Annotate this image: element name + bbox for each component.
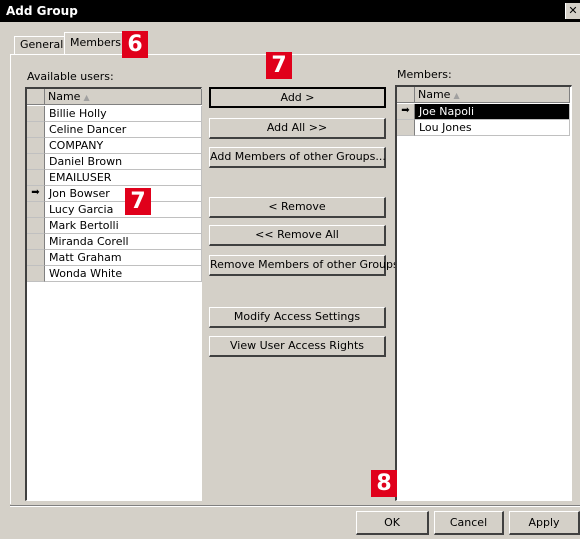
callout-badge-add: 7 [266, 52, 292, 79]
remove-members-of-other-groups-button[interactable]: Remove Members of other Groups... [209, 255, 409, 276]
name-column-header[interactable]: Name ▲ [45, 89, 202, 105]
row-indicator [27, 218, 45, 234]
user-name: Billie Holly [45, 106, 202, 122]
close-icon[interactable]: ✕ [565, 3, 580, 19]
add-button[interactable]: Add > [209, 87, 386, 108]
list-item[interactable]: EMAILUSER [27, 170, 202, 186]
members-list[interactable]: Name ▲ ➡ Joe Napoli Lou Jones [395, 85, 572, 501]
available-users-label: Available users: [27, 70, 114, 83]
list-item[interactable]: Miranda Corell [27, 234, 202, 250]
row-indicator [27, 138, 45, 154]
callout-badge-list: 7 [125, 188, 151, 215]
callout-badge-tabs: 6 [122, 31, 148, 58]
current-row-arrow-icon: ➡ [27, 186, 45, 202]
row-indicator [27, 170, 45, 186]
view-user-access-rights-button[interactable]: View User Access Rights [209, 336, 386, 357]
members-header: Name ▲ [397, 87, 571, 104]
user-name: Celine Dancer [45, 122, 202, 138]
title-bar[interactable]: Add Group ✕ [0, 0, 580, 22]
footer-separator [10, 505, 580, 507]
row-indicator [27, 106, 45, 122]
apply-button[interactable]: Apply [509, 511, 580, 535]
remove-button[interactable]: < Remove [209, 197, 386, 218]
list-item[interactable]: Matt Graham [27, 250, 202, 266]
row-indicator [27, 234, 45, 250]
row-indicator [397, 120, 415, 136]
sort-ascending-icon: ▲ [453, 91, 460, 100]
window-title: Add Group [6, 4, 78, 18]
name-column-label: Name [418, 88, 451, 101]
add-all-button[interactable]: Add All >> [209, 118, 386, 139]
name-column-label: Name [48, 90, 81, 103]
add-group-dialog: Add Group ✕ General Members 6 Available … [0, 0, 580, 539]
remove-all-button[interactable]: << Remove All [209, 225, 386, 246]
user-name: Joe Napoli [415, 104, 570, 120]
name-column-header[interactable]: Name ▲ [415, 87, 570, 103]
list-item[interactable]: ➡ Jon Bowser [27, 186, 202, 202]
list-item[interactable]: Lucy Garcia [27, 202, 202, 218]
ok-button[interactable]: OK [356, 511, 429, 535]
current-row-arrow-icon: ➡ [397, 104, 415, 120]
list-item[interactable]: Celine Dancer [27, 122, 202, 138]
user-name: Mark Bertolli [45, 218, 202, 234]
header-corner [397, 87, 415, 103]
list-item[interactable]: Daniel Brown [27, 154, 202, 170]
row-indicator [27, 250, 45, 266]
row-indicator [27, 266, 45, 282]
row-indicator [27, 154, 45, 170]
user-name: Lucy Garcia [45, 202, 202, 218]
user-name: Jon Bowser [45, 186, 202, 202]
user-name: EMAILUSER [45, 170, 202, 186]
list-item[interactable]: COMPANY [27, 138, 202, 154]
list-item[interactable]: Billie Holly [27, 106, 202, 122]
sort-ascending-icon: ▲ [83, 93, 90, 102]
cancel-button[interactable]: Cancel [434, 511, 504, 535]
available-users-list[interactable]: Name ▲ Billie Holly Celine Dancer COMPANY Da… [25, 87, 202, 501]
members-label: Members: [397, 68, 452, 81]
available-users-header: Name ▲ [27, 89, 202, 106]
user-name: Miranda Corell [45, 234, 202, 250]
add-members-of-other-groups-button[interactable]: Add Members of other Groups... [209, 147, 386, 168]
list-item[interactable]: Mark Bertolli [27, 218, 202, 234]
header-corner [27, 89, 45, 105]
user-name: Lou Jones [415, 120, 570, 136]
list-item[interactable]: Wonda White [27, 266, 202, 282]
row-indicator [27, 122, 45, 138]
list-item[interactable]: ➡ Joe Napoli [397, 104, 571, 120]
modify-access-settings-button[interactable]: Modify Access Settings [209, 307, 386, 328]
tab-general[interactable]: General [14, 36, 70, 54]
user-name: Matt Graham [45, 250, 202, 266]
user-name: Daniel Brown [45, 154, 202, 170]
callout-badge-ok: 8 [371, 470, 397, 497]
row-indicator [27, 202, 45, 218]
list-item[interactable]: Lou Jones [397, 120, 571, 136]
user-name: Wonda White [45, 266, 202, 282]
tab-members[interactable]: Members [64, 32, 128, 54]
user-name: COMPANY [45, 138, 202, 154]
